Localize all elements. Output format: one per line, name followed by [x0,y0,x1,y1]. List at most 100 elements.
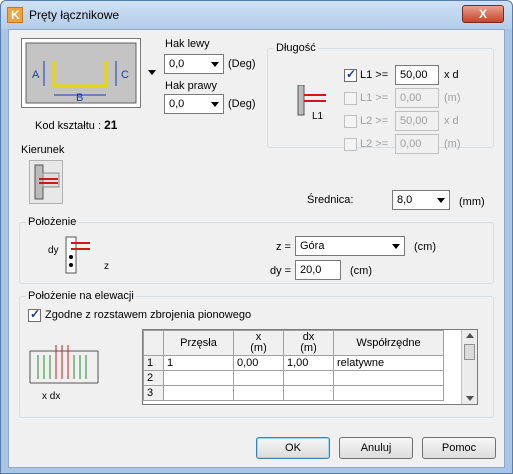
l2-xd-unit: x d [444,115,459,127]
diameter-label: Średnica: [307,194,354,206]
hook-right-select[interactable]: 0,0 [164,94,224,114]
row-number[interactable]: 3 [143,385,164,401]
position-z-label: z = [276,241,291,253]
shape-label-a: A [32,69,40,81]
title-bar: K Pręty łącznikowe X [1,1,512,29]
table-cell[interactable] [283,370,334,386]
l1-xd-label: L1 >= [360,69,389,81]
direction-button[interactable] [29,160,63,204]
hook-left-unit: (Deg) [228,58,256,70]
table-row[interactable]: 1 1 0,00 1,00 relatywne [143,355,444,371]
l2-m-input[interactable]: 0,00 [395,134,439,154]
table-row[interactable]: 3 [143,385,444,401]
table-cell[interactable]: 1 [163,355,234,371]
table-cell[interactable] [233,370,284,386]
l1-xd-checkbox[interactable]: ✓ [344,67,357,82]
table-cell[interactable]: 1,00 [283,355,334,371]
col-header-dx[interactable]: dx (m) [283,330,334,356]
l1-xd-input[interactable]: 50,00 [395,65,439,85]
scroll-thumb[interactable] [464,344,475,360]
length-group: Długość L1 ✓ L1 >= 50,00 x d L1 >= 0,00 … [267,42,494,154]
elevation-table: Przęsła x (m) dx (m) Współrzędne 1 1 0,0… [143,330,444,401]
position-group: Położenie dy z z = Góra (cm) dy = 20,0 (… [19,216,494,284]
close-button[interactable]: X [462,5,504,23]
scroll-down-arrow[interactable] [466,396,474,401]
diameter-select[interactable]: 8,0 [392,190,450,210]
hook-right-value: 0,0 [169,98,185,110]
hook-left-select[interactable]: 0,0 [164,54,224,74]
l2-m-label: L2 >= [360,138,389,150]
shape-code-value: 21 [104,118,118,132]
direction-title: Kierunek [21,144,65,156]
hook-left-value: 0,0 [169,58,185,70]
row-number[interactable]: 1 [143,355,164,371]
dialog-window: K Pręty łącznikowe X A C B Kod kształtu … [0,0,513,474]
diameter-value: 8,0 [397,194,413,206]
position-diagram-z: z [104,261,109,272]
position-z-unit: (cm) [414,241,436,253]
table-corner [143,330,164,356]
elevation-diagram-label: x dx [42,391,61,402]
position-dy-input[interactable]: 20,0 [295,260,341,280]
table-scrollbar[interactable] [461,330,477,404]
table-cell[interactable]: relatywne [333,355,444,371]
l2-m-checkbox[interactable] [344,138,357,151]
hook-right-unit: (Deg) [228,98,256,110]
shape-label-c: C [121,69,129,81]
col-header-wspolrzedne[interactable]: Współrzędne [333,330,444,356]
col-header-przesla[interactable]: Przęsła [163,330,234,356]
length-diagram-label: L1 [312,111,324,122]
l2-xd-label: L2 >= [360,115,389,127]
elevation-group: Położenie na elewacji ✓ Zgodne z rozstaw… [19,290,494,418]
position-diagram [65,236,90,274]
elevation-diagram [29,345,99,384]
diameter-unit: (mm) [459,196,485,208]
l1-m-checkbox[interactable] [344,92,357,105]
app-icon: K [7,7,23,23]
table-cell[interactable] [163,370,234,386]
table-cell[interactable] [233,385,284,401]
position-dy-label: dy = [270,265,292,277]
shape-picker[interactable]: A C B [21,38,141,108]
help-button[interactable]: Pomoc [422,437,496,459]
position-z-value: Góra [300,240,325,252]
l1-xd-unit: x d [444,69,459,81]
table-cell[interactable] [333,370,444,386]
table-cell[interactable]: 0,00 [233,355,284,371]
table-cell[interactable] [283,385,334,401]
table-cell[interactable] [333,385,444,401]
l2-m-unit: (m) [444,138,461,150]
cancel-button[interactable]: Anuluj [339,437,413,459]
position-z-select[interactable]: Góra [295,236,405,256]
position-group-title: Położenie [26,216,79,228]
chevron-down-icon [437,198,445,203]
row-number[interactable]: 2 [143,370,164,386]
shape-code-label: Kod kształtu : [35,120,102,132]
length-group-title: Długość [274,42,318,54]
elevation-checkbox[interactable]: ✓ [28,307,41,322]
dialog-client: A C B Kod kształtu : 21 Hak lewy 0,0 (De… [8,29,505,468]
table-cell[interactable] [163,385,234,401]
direction-icon [34,164,60,200]
hook-left-label: Hak lewy [165,38,210,50]
col-header-x[interactable]: x (m) [233,330,284,356]
shape-dropdown-arrow[interactable] [148,70,156,75]
elevation-table-container: Przęsła x (m) dx (m) Współrzędne 1 1 0,0… [142,329,478,405]
scroll-up-arrow[interactable] [466,333,474,338]
position-dy-unit: (cm) [350,265,372,277]
elevation-group-title: Położenie na elewacji [26,290,136,302]
shape-label-b: B [76,92,84,104]
ok-button[interactable]: OK [256,437,330,459]
l2-xd-input[interactable]: 50,00 [395,111,439,131]
l2-xd-checkbox[interactable] [344,115,357,128]
l1-m-input[interactable]: 0,00 [395,88,439,108]
chevron-down-icon [211,62,219,67]
l1-m-label: L1 >= [360,92,389,104]
chevron-down-icon [392,244,400,249]
l1-m-unit: (m) [444,92,461,104]
window-title: Pręty łącznikowe [29,8,120,22]
hook-right-label: Hak prawy [165,80,217,92]
elevation-checkbox-label: Zgodne z rozstawem zbrojenia pionowego [45,309,252,321]
shape-code: Kod kształtu : 21 [35,118,117,132]
table-row[interactable]: 2 [143,370,444,386]
